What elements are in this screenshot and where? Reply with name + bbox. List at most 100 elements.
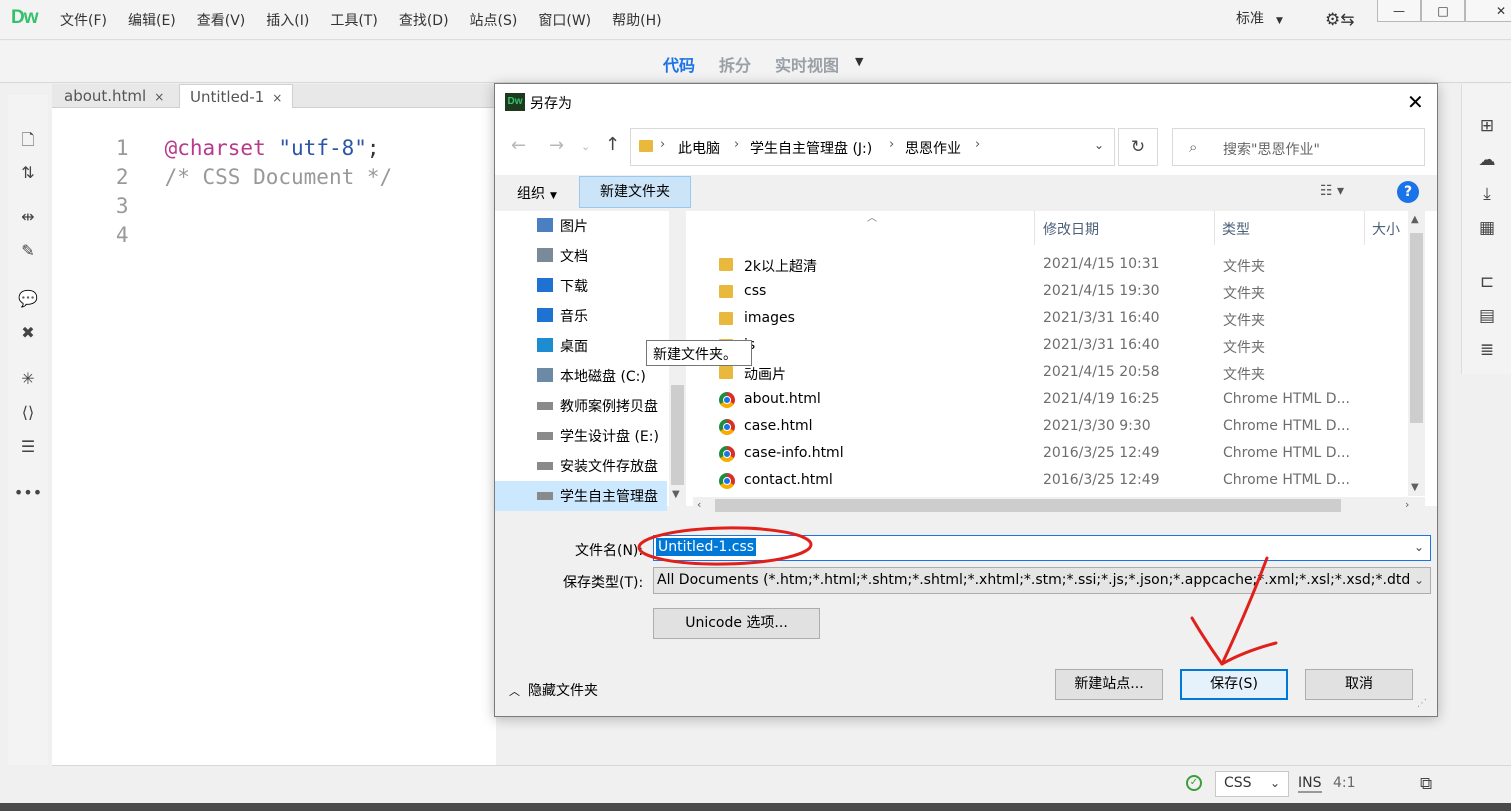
dom-icon[interactable]: ⊏ [1474,272,1500,292]
file-row[interactable]: images 2021/3/31 16:40 文件夹 [693,306,1413,333]
expand-icon[interactable]: ⇹ [8,207,48,226]
filename-input[interactable]: Untitled-1.css ⌄ [653,535,1431,561]
column-date[interactable]: 修改日期 [1043,211,1099,245]
nav-item-pictures[interactable]: 图片 [495,211,667,241]
menu-view[interactable]: 查看(V) [197,10,246,30]
sync-settings-icon[interactable]: ⚙⇆ [1325,10,1354,30]
resize-grip-icon[interactable]: ⋰ [1417,698,1427,709]
chevron-left-icon[interactable]: ‹ [697,498,701,511]
menu-find[interactable]: 查找(D) [399,10,449,30]
view-options-icon[interactable]: ☷ ▾ [1320,183,1344,199]
files-icon[interactable]: ▦ [1474,218,1500,238]
file-row[interactable]: 2k以上超清 2021/4/15 10:31 文件夹 [693,252,1413,279]
breadcrumb-this-pc[interactable]: 此电脑 [678,138,720,158]
column-separator[interactable] [1034,211,1035,245]
nav-item-local-disk-c[interactable]: 本地磁盘 (C:) [495,361,667,391]
nav-item-student-design-e[interactable]: 学生设计盘 (E:) [495,421,667,451]
nav-item-music[interactable]: 音乐 [495,301,667,331]
dialog-close-button[interactable]: ✕ [1407,90,1424,114]
format-icon[interactable]: ✎ [8,241,48,260]
chevron-right-icon[interactable]: › [660,137,665,152]
tab-code[interactable]: 代码 [663,52,695,76]
column-size[interactable]: 大小 [1372,211,1400,245]
organize-menu[interactable]: 组织 ▼ [517,183,557,203]
nav-item-teacher-disk[interactable]: 教师案例拷贝盘 [495,391,667,421]
file-row[interactable]: contact.html 2016/3/25 12:49 Chrome HTML… [693,468,1413,495]
code-tag-icon[interactable]: ⟨⟩ [8,403,48,422]
scroll-thumb[interactable] [671,385,684,485]
comment-icon[interactable]: 💬 [8,289,48,308]
file-row[interactable]: case-info.html 2016/3/25 12:49 Chrome HT… [693,441,1413,468]
file-row[interactable]: css 2021/4/15 19:30 文件夹 [693,279,1413,306]
menu-tools[interactable]: 工具(T) [330,10,377,30]
sitemap-icon[interactable]: ⊞ [1474,116,1500,136]
file-list-vertical-scrollbar[interactable]: ▲ ▼ [1408,211,1425,496]
insert-mode[interactable]: INS [1298,775,1322,793]
chevron-down-icon[interactable]: ▼ [1411,482,1419,493]
help-icon[interactable]: ? [1397,181,1419,203]
menu-help[interactable]: 帮助(H) [612,10,661,30]
workspace-switcher[interactable]: 标准 ▼ [1236,8,1283,28]
menu-window[interactable]: 窗口(W) [538,10,591,30]
nav-item-downloads[interactable]: 下载 [495,271,667,301]
maximize-button[interactable]: □ [1421,0,1465,22]
file-list-horizontal-scrollbar[interactable]: ‹ › [693,497,1425,514]
tab-untitled-1[interactable]: Untitled-1 × [179,84,294,108]
minimize-button[interactable]: — [1377,0,1421,22]
address-bar[interactable]: › 此电脑 › 学生自主管理盘 (J:) › 思恩作业 › ⌄ [630,128,1115,166]
forward-arrow-icon[interactable]: → [549,135,564,156]
view-dropdown-icon[interactable]: ▼ [855,55,863,76]
cancel-button[interactable]: 取消 [1305,669,1413,700]
file-row[interactable]: about.html 2021/4/19 16:25 Chrome HTML D… [693,387,1413,414]
up-arrow-icon[interactable]: ↑ [605,134,620,155]
chevron-right-icon[interactable]: › [889,137,894,152]
nav-item-desktop[interactable]: 桌面 [495,331,667,361]
filetype-select[interactable]: All Documents (*.htm;*.html;*.shtm;*.sht… [653,567,1431,594]
new-site-button[interactable]: 新建站点... [1055,669,1163,700]
tab-live-view[interactable]: 实时视图 [775,52,839,76]
breadcrumb-folder[interactable]: 思恩作业 [905,138,961,158]
tab-split[interactable]: 拆分 [719,52,751,76]
column-separator[interactable] [1364,211,1365,245]
file-row[interactable]: 动画片 2021/4/15 20:58 文件夹 [693,360,1413,387]
nav-item-student-manage[interactable]: 学生自主管理盘 [495,481,667,511]
remove-comment-icon[interactable]: ✖ [8,323,48,342]
column-separator[interactable] [1214,211,1215,245]
nav-item-install-disk[interactable]: 安装文件存放盘 [495,451,667,481]
back-arrow-icon[interactable]: ← [511,135,526,156]
open-document-icon[interactable]: 🗋 [8,129,48,156]
new-folder-button[interactable]: 新建文件夹 [579,176,691,208]
file-row[interactable]: js 2021/3/31 16:40 文件夹 [693,333,1413,360]
file-row[interactable]: case.html 2021/3/30 9:30 Chrome HTML D..… [693,414,1413,441]
hide-folders-toggle[interactable]: ︿ 隐藏文件夹 [509,680,598,700]
menu-site[interactable]: 站点(S) [470,10,518,30]
refresh-button[interactable]: ↻ [1118,128,1158,166]
scroll-thumb[interactable] [1410,233,1423,423]
close-window-button[interactable]: ✕ [1465,0,1511,22]
creative-cloud-icon[interactable]: ☁ [1474,150,1500,170]
chevron-down-icon[interactable]: ▼ [672,489,680,500]
chevron-right-icon[interactable]: › [975,137,980,152]
save-button[interactable]: 保存(S) [1180,669,1288,700]
wrap-icon[interactable]: ✳ [8,369,48,388]
chevron-up-icon[interactable]: ▲ [1411,214,1419,225]
chevron-right-icon[interactable]: › [734,137,739,152]
recent-chevron-icon[interactable]: ⌄ [581,140,590,153]
chevron-right-icon[interactable]: › [1405,498,1409,511]
language-select[interactable]: CSS ⌄ [1215,771,1289,797]
breadcrumb-drive-j[interactable]: 学生自主管理盘 (J:) [750,138,872,158]
menu-edit[interactable]: 编辑(E) [128,10,176,30]
snippets-icon[interactable]: ≣ [1474,340,1500,360]
insert-icon[interactable]: ⤓ [1474,184,1500,204]
search-input[interactable]: ⌕ 搜索"思恩作业" [1172,128,1425,166]
scroll-thumb[interactable] [715,499,1341,512]
close-icon[interactable]: × [154,90,164,104]
assets-icon[interactable]: ▤ [1474,306,1500,326]
chevron-down-icon[interactable]: ⌄ [1094,138,1104,152]
preview-icon[interactable]: ⧉ [1420,774,1432,794]
code-editor[interactable]: 1 @charset "utf-8"; 2/* CSS Document */ 3… [52,108,496,765]
more-icon[interactable]: ••• [8,483,48,502]
sort-icon[interactable]: ⇅ [8,163,48,182]
close-icon[interactable]: × [272,91,282,105]
nav-item-documents[interactable]: 文档 [495,241,667,271]
